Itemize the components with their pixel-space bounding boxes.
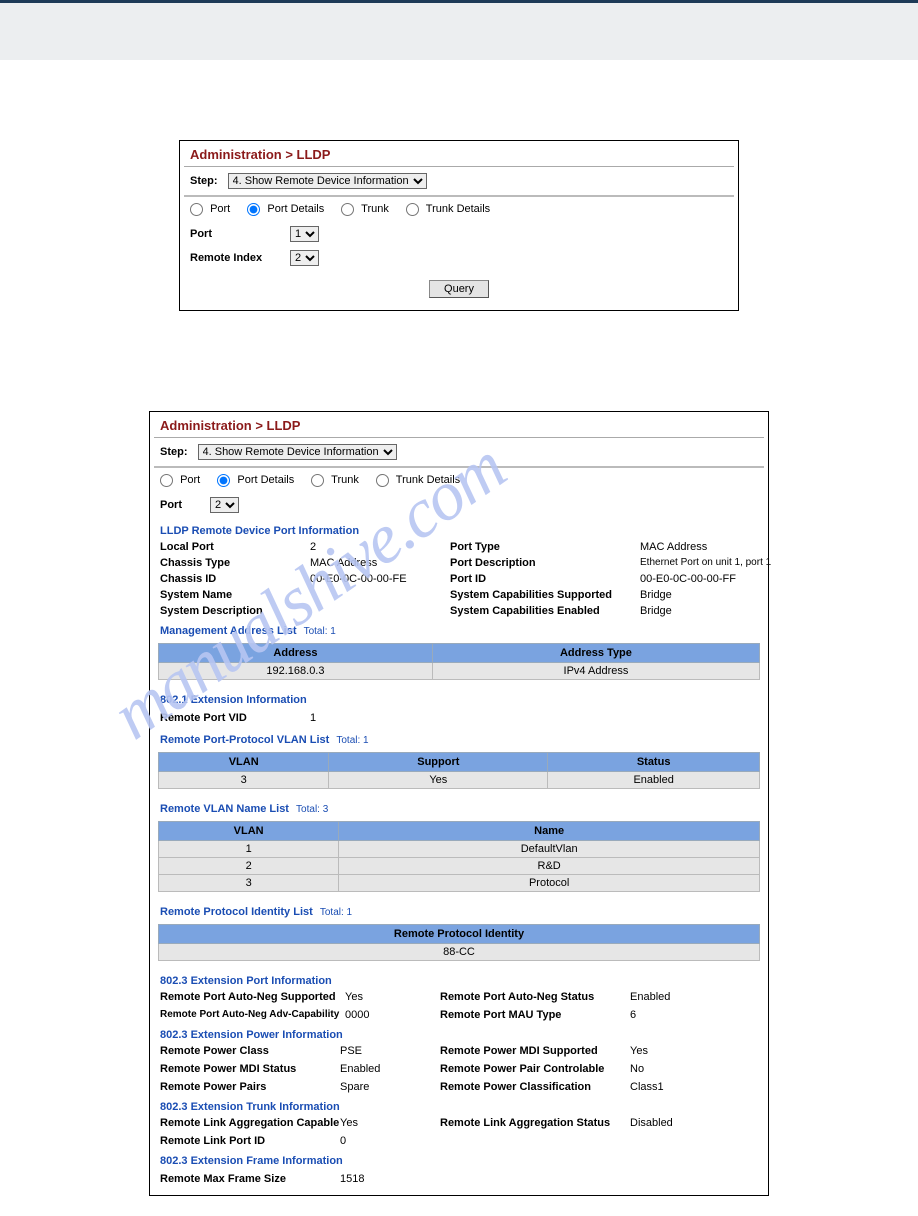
step-label: Step: xyxy=(160,446,188,458)
section-8023-trunk: 802.3 Extension Trunk Information xyxy=(150,1093,768,1117)
port-select[interactable]: 1 xyxy=(290,226,319,242)
section-8023-port: 802.3 Extension Port Information xyxy=(150,967,768,991)
8023-frame-grid: Remote Max Frame Size1518 xyxy=(150,1171,768,1195)
mgmt-addr-table: AddressAddress Type 192.168.0.3IPv4 Addr… xyxy=(158,643,760,680)
port-select[interactable]: 2 xyxy=(210,497,239,513)
panel-title: Administration > LLDP xyxy=(150,412,768,437)
step-select[interactable]: 4. Show Remote Device Information xyxy=(228,173,427,189)
port-label: Port xyxy=(160,499,210,511)
radio-port-details[interactable]: Port Details xyxy=(217,474,294,486)
section-mgmt-addr: Management Address List Total: 1 xyxy=(150,617,768,641)
section-proto-id: Remote Protocol Identity List Total: 1 xyxy=(150,898,768,922)
remote-port-vid: Remote Port VID1 xyxy=(150,710,768,726)
radio-trunk[interactable]: Trunk xyxy=(311,474,359,486)
section-8023-frame: 802.3 Extension Frame Information xyxy=(150,1147,768,1171)
port-label: Port xyxy=(190,228,290,240)
query-button[interactable]: Query xyxy=(429,280,489,298)
step-select[interactable]: 4. Show Remote Device Information xyxy=(198,444,397,460)
lldp-details-panel: manualshive.com Administration > LLDP St… xyxy=(149,411,769,1196)
section-8023-power: 802.3 Extension Power Information xyxy=(150,1021,768,1045)
8023-trunk-grid: Remote Link Aggregation CapableYesRemote… xyxy=(150,1117,768,1147)
lldp-query-panel: Administration > LLDP Step: 4. Show Remo… xyxy=(179,140,739,311)
vlan-name-table: VLANName 1DefaultVlan 2R&D 3Protocol xyxy=(158,821,760,892)
remote-index-select[interactable]: 2 xyxy=(290,250,319,266)
remote-port-info-grid: Local Port2Port TypeMAC Address Chassis … xyxy=(150,541,768,617)
8023-port-grid: Remote Port Auto-Neg SupportedYesRemote … xyxy=(150,991,768,1021)
view-radio-group: Port Port Details Trunk Trunk Details xyxy=(180,197,738,222)
proto-id-table: Remote Protocol Identity 88-CC xyxy=(158,924,760,961)
pp-vlan-table: VLANSupportStatus 3YesEnabled xyxy=(158,752,760,789)
radio-trunk-details[interactable]: Trunk Details xyxy=(406,203,490,215)
panel-title: Administration > LLDP xyxy=(180,141,738,166)
section-8021-ext: 802.1 Extension Information xyxy=(150,686,768,710)
8023-power-grid: Remote Power ClassPSERemote Power MDI Su… xyxy=(150,1045,768,1093)
radio-port[interactable]: Port xyxy=(190,203,230,215)
section-remote-port-info: LLDP Remote Device Port Information xyxy=(150,517,768,541)
top-banner xyxy=(0,0,918,60)
step-label: Step: xyxy=(190,175,218,187)
section-vlan-name: Remote VLAN Name List Total: 3 xyxy=(150,795,768,819)
radio-trunk[interactable]: Trunk xyxy=(341,203,389,215)
radio-port[interactable]: Port xyxy=(160,474,200,486)
section-pp-vlan: Remote Port-Protocol VLAN List Total: 1 xyxy=(150,726,768,750)
remote-index-label: Remote Index xyxy=(190,252,290,264)
radio-trunk-details[interactable]: Trunk Details xyxy=(376,474,460,486)
radio-port-details[interactable]: Port Details xyxy=(247,203,324,215)
view-radio-group: Port Port Details Trunk Trunk Details xyxy=(150,468,768,493)
